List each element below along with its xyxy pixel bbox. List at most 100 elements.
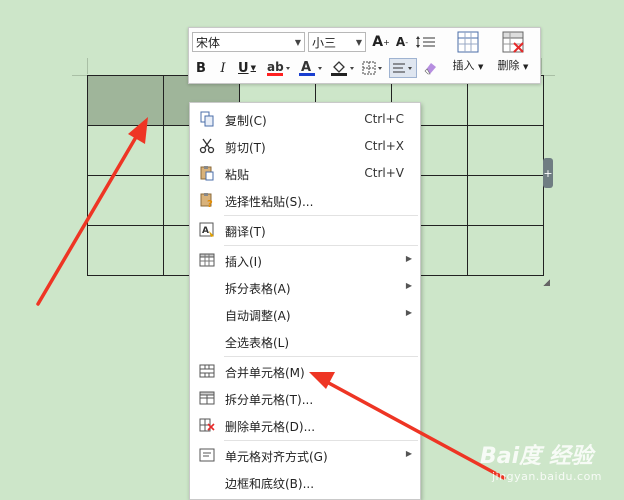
highlight-button[interactable]: ab <box>266 58 292 78</box>
font-size-select[interactable]: 小三 ▼ <box>308 32 366 52</box>
svg-text:A: A <box>202 226 209 236</box>
menu-item-split-table[interactable]: 拆分表格(A) ▶ <box>190 275 420 299</box>
menu-divider <box>224 356 418 357</box>
menu-item-insert[interactable]: 插入(I) ▶ <box>190 248 420 272</box>
menu-item-copy[interactable]: 复制(C) Ctrl+C <box>190 107 420 131</box>
svg-text:ab: ab <box>267 60 284 74</box>
font-color-icon: A <box>299 60 322 76</box>
menu-item-paste-special[interactable]: ? 选择性粘贴(S)... <box>190 188 420 212</box>
borders-icon <box>362 61 382 75</box>
italic-button[interactable]: I <box>216 58 230 78</box>
context-menu: 复制(C) Ctrl+C 剪切(T) Ctrl+X 粘贴 Ctrl+V ? 选择… <box>189 102 421 500</box>
menu-label: 翻译(T) <box>225 225 266 239</box>
menu-label: 全选表格(L) <box>225 336 290 350</box>
table-cell-selected[interactable] <box>87 75 164 126</box>
delete-table-button[interactable]: 删除 ▼ <box>493 30 533 80</box>
align-button[interactable] <box>389 58 417 78</box>
menu-item-paste[interactable]: 粘贴 Ctrl+V <box>190 161 420 185</box>
shrink-font-icon: A <box>395 35 406 49</box>
font-color-button[interactable]: A <box>298 58 324 78</box>
borders-button[interactable] <box>361 58 385 78</box>
highlighter-icon: ab <box>267 60 290 76</box>
scissors-icon <box>199 138 215 154</box>
grow-font-button[interactable]: A + <box>372 32 390 52</box>
submenu-arrow-icon: ▶ <box>405 281 412 290</box>
line-spacing-button[interactable] <box>414 32 438 52</box>
shrink-font-button[interactable]: A- <box>394 32 410 52</box>
table-resize-handle[interactable] <box>543 279 550 286</box>
paste-icon <box>200 166 214 181</box>
delete-cells-icon <box>199 418 215 432</box>
table-insert-icon <box>199 253 215 267</box>
copy-icon <box>200 111 214 127</box>
menu-label: 单元格对齐方式(G) <box>225 450 328 464</box>
menu-item-cell-alignment[interactable]: 单元格对齐方式(G) ▶ <box>190 443 420 467</box>
table-insert-icon <box>457 31 479 53</box>
submenu-arrow-icon: ▶ <box>405 449 412 458</box>
delete-label: 删除 ▼ <box>497 59 529 72</box>
table-cell[interactable] <box>87 125 164 176</box>
merge-cells-icon <box>199 364 215 378</box>
table-cell[interactable] <box>467 225 544 276</box>
menu-label: 剪切(T) <box>225 141 266 155</box>
menu-item-select-table[interactable]: 全选表格(L) <box>190 329 420 353</box>
insert-table-button[interactable]: 插入 ▼ <box>448 30 488 80</box>
font-size-value: 小三 <box>312 36 337 50</box>
table-cell[interactable] <box>87 225 164 276</box>
align-icon <box>393 63 412 73</box>
font-name-select[interactable]: 宋体 ▼ <box>192 32 305 52</box>
eraser-icon <box>424 63 436 75</box>
menu-shortcut: Ctrl+C <box>364 112 404 126</box>
submenu-arrow-icon: ▶ <box>405 254 412 263</box>
submenu-arrow-icon: ▶ <box>405 308 412 317</box>
menu-label: 粘贴 <box>225 168 250 182</box>
menu-divider <box>224 440 418 441</box>
paste-special-icon: ? <box>200 193 213 208</box>
menu-item-autofit[interactable]: 自动调整(A) ▶ <box>190 302 420 326</box>
svg-text:?: ? <box>207 199 213 208</box>
menu-item-delete-cells[interactable]: 删除单元格(D)... <box>190 413 420 437</box>
menu-label: 自动调整(A) <box>225 309 291 323</box>
menu-item-translate[interactable]: A 翻译(T) <box>190 218 420 242</box>
menu-label: 插入(I) <box>225 255 262 269</box>
paint-bucket-icon <box>331 61 354 76</box>
menu-label: 合并单元格(M) <box>225 366 305 380</box>
menu-item-borders-shading[interactable]: 边框和底纹(B)... <box>190 470 420 494</box>
menu-label: 删除单元格(D)... <box>225 420 316 434</box>
menu-divider <box>224 215 418 216</box>
table-cell[interactable] <box>467 125 544 176</box>
menu-shortcut: Ctrl+X <box>364 139 404 153</box>
menu-label: 边框和底纹(B)... <box>225 477 315 491</box>
watermark: Bai度 经验 jingyan.baidu.com <box>470 438 620 498</box>
line-spacing-icon <box>416 36 435 48</box>
menu-label: 选择性粘贴(S)... <box>225 195 314 209</box>
menu-label: 复制(C) <box>225 114 267 128</box>
table-delete-icon <box>502 31 524 53</box>
format-painter-button[interactable] <box>421 58 439 78</box>
font-name-value: 宋体 <box>196 36 221 50</box>
add-column-handle[interactable]: + <box>543 158 553 188</box>
chevron-down-icon: ▼ <box>355 38 362 47</box>
mini-toolbar: 宋体 ▼ 小三 ▼ A + A- B I U ▼ ab A 插入 ▼ 删除 ▼ <box>188 27 541 84</box>
menu-item-cut[interactable]: 剪切(T) Ctrl+X <box>190 134 420 158</box>
bold-button[interactable]: B <box>193 58 209 78</box>
menu-divider <box>224 245 418 246</box>
margin-mark <box>72 75 88 76</box>
underline-label: U <box>238 60 249 76</box>
chevron-down-icon: ▼ <box>294 38 301 47</box>
menu-shortcut: Ctrl+V <box>364 166 404 180</box>
grow-font-icon: A <box>372 34 384 50</box>
margin-mark <box>87 58 88 74</box>
translate-icon: A <box>199 222 214 237</box>
menu-label: 拆分单元格(T)... <box>225 393 314 407</box>
fill-color-button[interactable] <box>330 58 356 78</box>
margin-mark <box>541 58 542 74</box>
menu-item-merge-cells[interactable]: 合并单元格(M) <box>190 359 420 383</box>
table-cell[interactable] <box>467 175 544 226</box>
menu-item-split-cells[interactable]: 拆分单元格(T)... <box>190 386 420 410</box>
plus-icon: + <box>543 166 553 180</box>
table-cell[interactable] <box>87 175 164 226</box>
underline-button[interactable]: U ▼ <box>237 58 257 78</box>
watermark-logo: Bai度 经验 <box>480 444 593 469</box>
cell-align-icon <box>199 448 215 462</box>
